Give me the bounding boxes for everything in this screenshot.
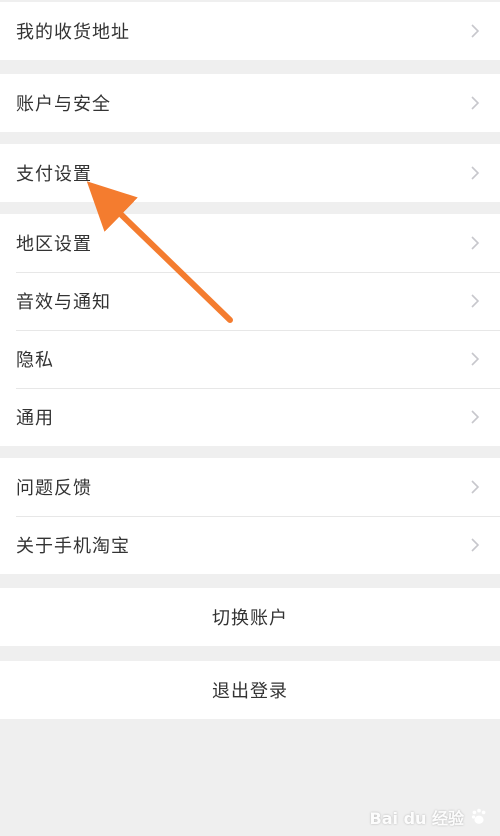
- settings-row-label: 账户与安全: [16, 94, 111, 115]
- settings-row-shipping-address[interactable]: 我的收货地址: [0, 2, 500, 60]
- chevron-right-icon: [468, 23, 482, 39]
- chevron-right-icon: [468, 351, 482, 367]
- settings-row-label: 隐私: [16, 350, 54, 371]
- watermark-text: Bai du 经验: [369, 809, 464, 828]
- settings-row-label: 关于手机淘宝: [16, 536, 130, 557]
- settings-group-payment: 支付设置: [0, 144, 500, 202]
- settings-row-payment-settings[interactable]: 支付设置: [0, 144, 500, 202]
- settings-page: 我的收货地址 账户与安全 支付设置 地区设置 音效与通知 隐私 通用 问题反馈 …: [0, 0, 500, 836]
- settings-row-privacy[interactable]: 隐私: [0, 330, 500, 388]
- settings-row-account-security[interactable]: 账户与安全: [0, 74, 500, 132]
- settings-row-label: 我的收货地址: [16, 22, 130, 43]
- settings-group-account: 账户与安全: [0, 74, 500, 132]
- logout-label: 退出登录: [212, 681, 288, 702]
- baidu-watermark: Bai du 经验: [370, 802, 490, 832]
- settings-row-about-taobao[interactable]: 关于手机淘宝: [0, 516, 500, 574]
- logout-button[interactable]: 退出登录: [0, 661, 500, 719]
- chevron-right-icon: [468, 409, 482, 425]
- chevron-right-icon: [468, 95, 482, 111]
- chevron-right-icon: [468, 479, 482, 495]
- settings-group-about: 问题反馈 关于手机淘宝: [0, 458, 500, 574]
- chevron-right-icon: [468, 537, 482, 553]
- settings-row-label: 音效与通知: [16, 292, 111, 313]
- chevron-right-icon: [468, 165, 482, 181]
- settings-group-general: 地区设置 音效与通知 隐私 通用: [0, 214, 500, 446]
- settings-row-label: 通用: [16, 408, 54, 429]
- settings-row-label: 支付设置: [16, 164, 92, 185]
- switch-account-button[interactable]: 切换账户: [0, 588, 500, 646]
- settings-group-address: 我的收货地址: [0, 2, 500, 60]
- settings-row-label: 问题反馈: [16, 478, 92, 499]
- chevron-right-icon: [468, 235, 482, 251]
- settings-row-sound-notifications[interactable]: 音效与通知: [0, 272, 500, 330]
- chevron-right-icon: [468, 293, 482, 309]
- settings-row-general[interactable]: 通用: [0, 388, 500, 446]
- paw-icon: [471, 808, 486, 824]
- settings-row-label: 地区设置: [16, 234, 92, 255]
- settings-row-feedback[interactable]: 问题反馈: [0, 458, 500, 516]
- settings-row-region[interactable]: 地区设置: [0, 214, 500, 272]
- switch-account-label: 切换账户: [212, 608, 288, 629]
